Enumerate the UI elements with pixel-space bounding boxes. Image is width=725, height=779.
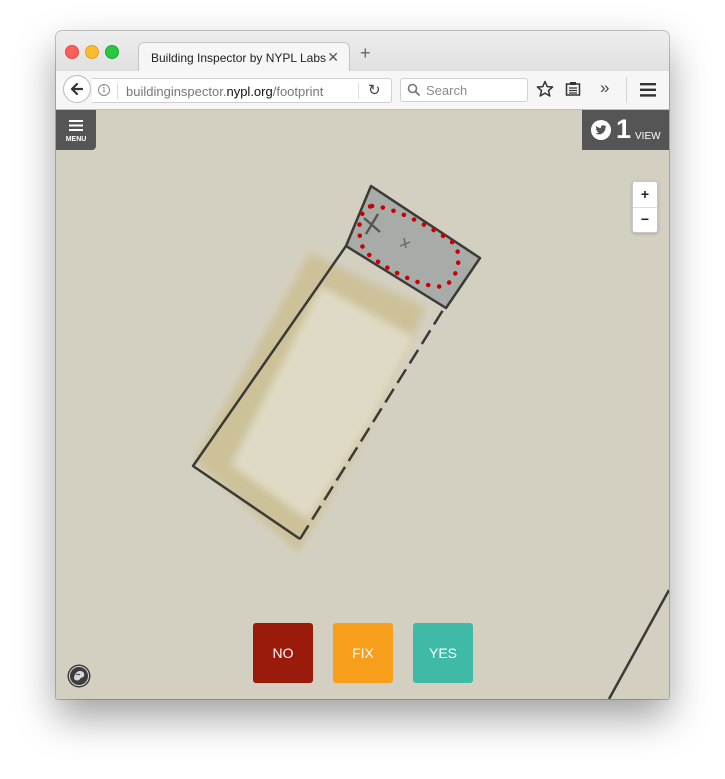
- menu-icon: [69, 120, 83, 131]
- search-icon: [407, 83, 421, 97]
- reader-icon[interactable]: [565, 81, 581, 97]
- zoom-control: + −: [632, 181, 658, 233]
- back-button[interactable]: [63, 75, 91, 103]
- toolbar-divider: [626, 77, 627, 103]
- reload-icon[interactable]: ↻: [368, 81, 381, 99]
- zoom-out-button[interactable]: −: [633, 207, 657, 232]
- hamburger-icon[interactable]: [640, 83, 656, 97]
- new-tab-button[interactable]: +: [360, 43, 371, 64]
- overflow-icon[interactable]: »: [600, 78, 609, 98]
- url-bar[interactable]: i buildinginspector.nypl.org/footprint ↻: [92, 78, 392, 103]
- url-divider: [358, 83, 359, 99]
- view-count: 1: [616, 114, 632, 144]
- view-label: VIEW: [635, 131, 661, 142]
- close-window-button[interactable]: [65, 45, 79, 59]
- nypl-lion-icon[interactable]: [67, 664, 91, 688]
- twitter-icon: [591, 120, 611, 140]
- menu-label: MENU: [65, 136, 87, 143]
- browser-window: Building Inspector by NYPL Labs ✕ + i bu…: [56, 31, 669, 699]
- twitter-view-counter[interactable]: 1 VIEW: [582, 110, 669, 150]
- tab-title: Building Inspector by NYPL Labs: [151, 51, 326, 65]
- search-input[interactable]: Search: [400, 78, 528, 102]
- fix-button[interactable]: FIX: [333, 623, 393, 683]
- search-placeholder: Search: [426, 83, 468, 98]
- url-divider: [117, 83, 118, 99]
- no-button[interactable]: NO: [253, 623, 313, 683]
- maximize-window-button[interactable]: [105, 45, 119, 59]
- browser-tab[interactable]: Building Inspector by NYPL Labs ✕: [138, 42, 350, 72]
- page-content: MENU 1 VIEW + − NO FIX YES: [56, 110, 669, 699]
- menu-button[interactable]: MENU: [56, 110, 96, 150]
- yes-button[interactable]: YES: [413, 623, 473, 683]
- zoom-in-button[interactable]: +: [633, 182, 657, 208]
- info-icon[interactable]: i: [98, 84, 110, 96]
- back-arrow-icon: [70, 82, 84, 96]
- url-text[interactable]: buildinginspector.nypl.org/footprint: [126, 84, 323, 99]
- star-icon[interactable]: [536, 80, 554, 98]
- tab-bar: Building Inspector by NYPL Labs ✕ +: [56, 31, 669, 72]
- tab-close-icon[interactable]: ✕: [327, 49, 339, 66]
- map-canvas[interactable]: [56, 110, 669, 699]
- navigation-bar: i buildinginspector.nypl.org/footprint ↻…: [56, 71, 669, 110]
- minimize-window-button[interactable]: [85, 45, 99, 59]
